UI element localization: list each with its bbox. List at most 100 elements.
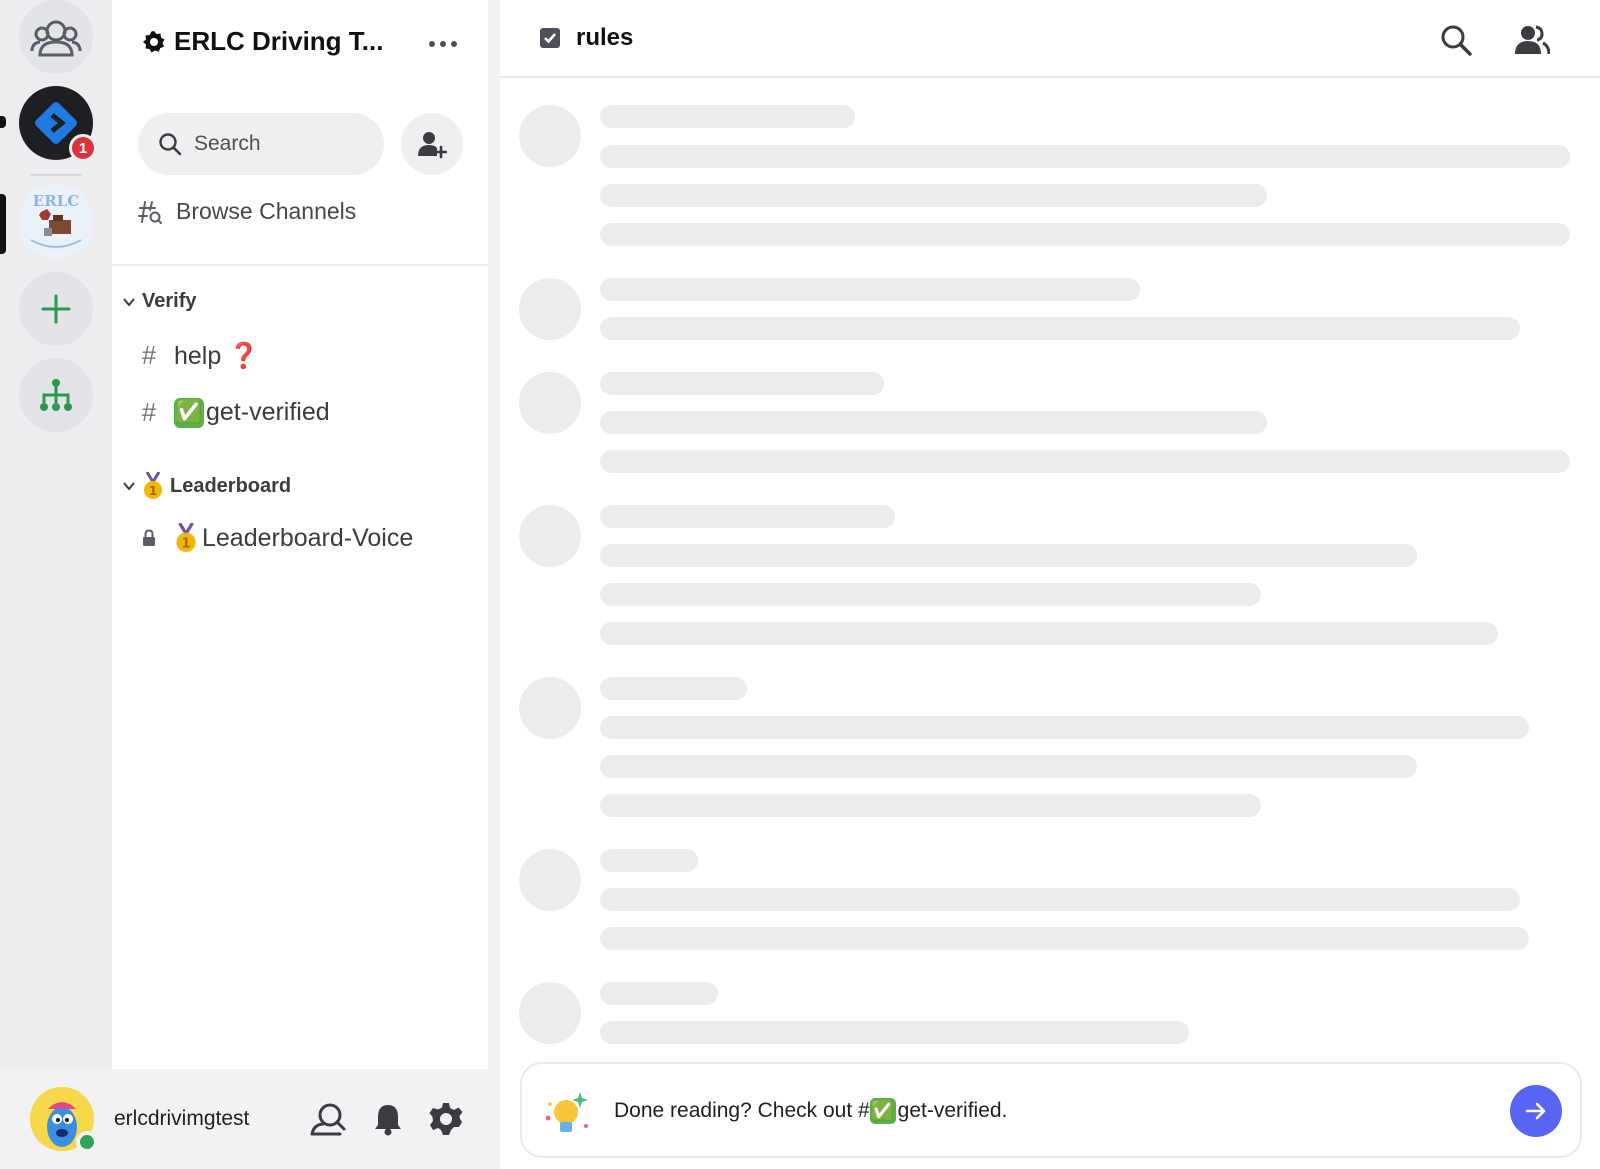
chevron-down-icon bbox=[123, 297, 135, 307]
skeleton-line bbox=[600, 794, 1261, 817]
go-to-channel-button[interactable] bbox=[1510, 1085, 1562, 1137]
medal-icon: 1 bbox=[144, 472, 162, 499]
channel-title: rules bbox=[538, 24, 633, 52]
server-button-1[interactable]: 1 bbox=[19, 86, 97, 162]
server-menu-button[interactable] bbox=[426, 30, 460, 58]
username[interactable]: erlcdrivimgtest bbox=[114, 1107, 249, 1131]
medal-icon: 1 bbox=[176, 523, 196, 552]
direct-messages-button[interactable] bbox=[19, 0, 93, 74]
sidebar-divider bbox=[112, 264, 490, 266]
skeleton-line bbox=[600, 105, 855, 128]
skeleton-line bbox=[600, 1021, 1189, 1044]
server-rail: 1 ERLC bbox=[0, 0, 112, 1169]
user-search-icon bbox=[310, 1103, 346, 1136]
svg-text:1: 1 bbox=[149, 484, 157, 498]
hub-icon bbox=[40, 379, 72, 411]
add-user-icon bbox=[418, 132, 447, 159]
main-content: rules Done reading? Check out # ✅ get-ve… bbox=[500, 0, 1600, 1169]
skeleton-avatar bbox=[519, 505, 581, 567]
erlc-server-icon: ERLC bbox=[19, 184, 93, 258]
skeleton-line bbox=[600, 583, 1261, 606]
skeleton-avatar bbox=[519, 372, 581, 434]
category-verify[interactable]: Verify bbox=[122, 290, 196, 313]
category-label: Leaderboard bbox=[170, 474, 292, 497]
more-horizontal-icon bbox=[429, 41, 457, 47]
invite-button[interactable] bbox=[401, 113, 463, 175]
check-mark-emoji: ✅ bbox=[174, 397, 204, 428]
sidebar-edge bbox=[488, 0, 500, 1169]
skeleton-line bbox=[600, 411, 1267, 434]
skeleton-line bbox=[600, 755, 1417, 778]
question-mark-emoji: ❓ bbox=[228, 340, 260, 370]
server-button-erlc[interactable]: ERLC bbox=[19, 184, 93, 258]
browse-channels-label: Browse Channels bbox=[176, 198, 357, 224]
skeleton-avatar bbox=[519, 849, 581, 911]
search-input[interactable]: Search bbox=[138, 113, 384, 175]
done-reading-banner: Done reading? Check out # ✅ get-verified… bbox=[520, 1062, 1582, 1158]
skeleton-line bbox=[600, 278, 1140, 301]
arrow-right-icon bbox=[1525, 1102, 1546, 1120]
channel-name: 1 Leaderboard-Voice bbox=[174, 523, 413, 553]
hash-icon: # bbox=[141, 340, 157, 370]
search-button[interactable] bbox=[1436, 20, 1476, 60]
browse-channels-button[interactable]: Browse Channels bbox=[138, 198, 356, 225]
skeleton-line bbox=[600, 716, 1529, 739]
add-server-button[interactable] bbox=[19, 272, 93, 346]
discover-button[interactable] bbox=[19, 358, 93, 432]
gear-badge-icon bbox=[143, 30, 165, 52]
skeleton-line bbox=[600, 544, 1417, 567]
erlc-logo-text: ERLC bbox=[33, 192, 79, 210]
channel-name: rules bbox=[576, 24, 634, 51]
rail-divider bbox=[31, 174, 81, 176]
avatar[interactable] bbox=[30, 1087, 98, 1153]
notifications-button[interactable] bbox=[368, 1099, 408, 1139]
channel-name: ✅ get-verified bbox=[174, 397, 330, 428]
lightbulb-sparkle-icon bbox=[545, 1092, 588, 1132]
settings-button[interactable] bbox=[426, 1099, 466, 1139]
notification-badge: 1 bbox=[69, 134, 97, 162]
plus-icon bbox=[41, 294, 71, 324]
server-header[interactable]: ERLC Driving T... bbox=[142, 26, 383, 57]
online-status-indicator bbox=[76, 1131, 98, 1153]
svg-text:1: 1 bbox=[182, 537, 191, 552]
server-name: ERLC Driving T... bbox=[174, 26, 384, 56]
skeleton-line bbox=[600, 888, 1520, 911]
skeleton-line bbox=[600, 450, 1570, 473]
skeleton-line bbox=[600, 223, 1570, 246]
members-icon bbox=[1515, 25, 1550, 55]
skeleton-line bbox=[600, 184, 1267, 207]
selected-server-indicator bbox=[0, 194, 6, 254]
channel-leaderboard-voice[interactable]: 1 Leaderboard-Voice bbox=[138, 523, 413, 553]
category-label: Verify bbox=[142, 290, 197, 312]
friends-icon bbox=[30, 20, 82, 57]
skeleton-line bbox=[600, 317, 1520, 340]
check-mark-emoji: ✅ bbox=[869, 1098, 896, 1124]
search-icon bbox=[159, 133, 182, 156]
gear-icon bbox=[429, 1103, 463, 1135]
skeleton-avatar bbox=[519, 677, 581, 739]
skeleton-line bbox=[600, 677, 747, 700]
skeleton-line bbox=[600, 372, 884, 395]
browse-channels-icon bbox=[138, 200, 162, 224]
channel-header: rules bbox=[500, 0, 1600, 78]
rules-channel-icon bbox=[540, 28, 560, 48]
chevron-down-icon bbox=[123, 482, 135, 491]
lock-icon bbox=[143, 529, 155, 546]
skeleton-line bbox=[600, 622, 1498, 645]
skeleton-line bbox=[600, 849, 698, 872]
skeleton-line bbox=[600, 927, 1529, 950]
channel-get-verified[interactable]: # ✅ get-verified bbox=[138, 397, 330, 428]
skeleton-line bbox=[600, 505, 895, 528]
search-icon bbox=[1441, 25, 1472, 56]
done-reading-text: Done reading? Check out # ✅ get-verified… bbox=[614, 1098, 1008, 1124]
channel-sidebar: ERLC Driving T... Search Browse Channels bbox=[112, 0, 490, 1169]
channel-help[interactable]: # help ❓ bbox=[138, 340, 260, 371]
member-list-button[interactable] bbox=[1512, 20, 1552, 60]
search-people-button[interactable] bbox=[308, 1099, 348, 1139]
skeleton-avatar bbox=[519, 982, 581, 1044]
skeleton-avatar bbox=[519, 278, 581, 340]
get-verified-link[interactable]: get-verified. bbox=[898, 1099, 1008, 1123]
user-panel: erlcdrivimgtest bbox=[0, 1069, 490, 1169]
skeleton-avatar bbox=[519, 105, 581, 167]
category-leaderboard[interactable]: 1 Leaderboard bbox=[122, 472, 291, 500]
